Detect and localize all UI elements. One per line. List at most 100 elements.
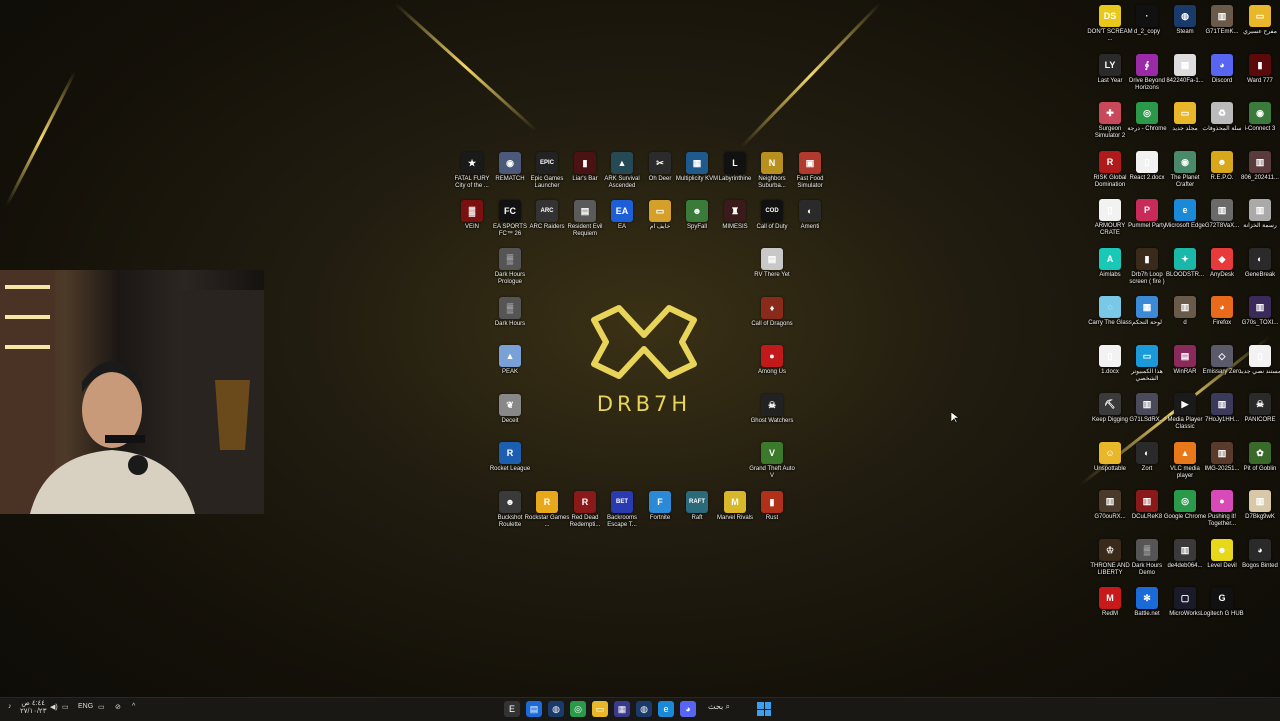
app-icon: ✦: [1174, 248, 1196, 270]
app-icon: L: [724, 152, 746, 174]
desktop-icon-label: Dark Hours: [494, 321, 526, 327]
desktop-icon[interactable]: ◐ GeneBreak: [1237, 248, 1280, 279]
app-icon: R: [1099, 151, 1121, 173]
desktop-icon[interactable]: ♦ Call of Dragons: [749, 297, 795, 328]
chevron-up-icon[interactable]: ^: [132, 703, 135, 710]
desktop-icon[interactable]: ▒ Dark Hours Prologue: [487, 248, 533, 286]
app-icon: ▤: [761, 248, 783, 270]
app-icon: EA: [611, 200, 633, 222]
desktop-icon[interactable]: R Rocket League: [487, 442, 533, 473]
chrome-icon[interactable]: ◎: [570, 701, 586, 717]
app-icon: ▥: [1211, 199, 1233, 221]
app-icon: ☻: [686, 200, 708, 222]
desktop-icon[interactable]: G Logitech G HUB: [1199, 587, 1245, 618]
app-icon: A: [1099, 248, 1121, 270]
clock-time: ٤:٤٤ ص: [21, 700, 46, 707]
app-icon: M: [1099, 587, 1121, 609]
app-icon: ☻: [499, 491, 521, 513]
app-icon: BET: [611, 491, 633, 513]
desktop-icon-label: Ward 777: [1247, 78, 1273, 84]
store-icon[interactable]: ▦: [614, 701, 630, 717]
app-icon: ▒: [499, 248, 521, 270]
notification-icon[interactable]: ♪: [8, 703, 12, 710]
app-icon: EPIC: [536, 152, 558, 174]
chat-tray-icon[interactable]: ▭: [62, 703, 69, 711]
steam2-icon[interactable]: ◍: [636, 701, 652, 717]
display-icon[interactable]: ▭: [98, 703, 105, 711]
app-icon: ▮: [574, 152, 596, 174]
app-icon: LY: [1099, 54, 1121, 76]
desktop-icon[interactable]: V Grand Theft Auto V: [749, 442, 795, 480]
desktop-icon[interactable]: ▮ Ward 777: [1237, 54, 1280, 85]
desktop-icon[interactable]: ☠ Ghost Watchers: [749, 394, 795, 425]
edge-icon[interactable]: e: [658, 701, 674, 717]
epic-icon[interactable]: E: [504, 701, 520, 717]
app-icon: ❦: [499, 394, 521, 416]
app-icon: ▥: [1211, 5, 1233, 27]
app-icon: ☠: [1249, 393, 1271, 415]
app-icon: R: [499, 442, 521, 464]
start-button[interactable]: [757, 702, 771, 716]
desktop-icon[interactable]: ◕ Bogos Binted: [1237, 539, 1280, 570]
steam-icon[interactable]: ◍: [548, 701, 564, 717]
desktop-icon-label: PEAK: [501, 369, 518, 375]
app-icon: ▲: [499, 345, 521, 367]
desktop-icon[interactable]: ▒ Dark Hours: [487, 297, 533, 328]
app-icon: ▭: [1136, 345, 1158, 367]
desktop-icon[interactable]: ◉ i-Connect 3: [1237, 102, 1280, 133]
app-icon: ◎: [1136, 102, 1158, 124]
app-icon: ▢: [1174, 587, 1196, 609]
app-icon: ▲: [611, 152, 633, 174]
app-icon: ☺: [1099, 442, 1121, 464]
app-icon: M: [724, 491, 746, 513]
app-icon: ∮: [1136, 54, 1158, 76]
app-icon: G: [1211, 587, 1233, 609]
app-icon: ♜: [724, 200, 746, 222]
clock[interactable]: ٤:٤٤ ص ٢٧/١٠/٢٣: [20, 700, 46, 716]
desktop-icon[interactable]: ▮ Rust: [749, 491, 795, 522]
desktop-icon-label: Dark Hours Prologue: [494, 272, 526, 285]
app-icon: ▥: [1136, 490, 1158, 512]
desktop-icon[interactable]: ▲ PEAK: [487, 345, 533, 376]
chat-icon[interactable]: ▤: [526, 701, 542, 717]
desktop-icon-label: i-Connect 3: [1244, 126, 1276, 132]
app-icon: ▥: [1249, 199, 1271, 221]
app-icon: ▭: [1174, 102, 1196, 124]
desktop-icon-label: Ghost Watchers: [750, 418, 794, 424]
desktop-icon[interactable]: ▯ مستند نصي جديد: [1237, 345, 1280, 376]
search-button[interactable]: بحث ⌕: [708, 702, 730, 712]
app-icon: F: [649, 491, 671, 513]
app-icon: ◕: [1211, 54, 1233, 76]
desktop-icon-label: 806_202411...: [1241, 175, 1279, 181]
desktop-icon[interactable]: ▥ D7Bkg9wK: [1237, 490, 1280, 521]
network-icon[interactable]: ⊘: [115, 703, 121, 711]
desktop-icon[interactable]: ❦ Deceit: [487, 394, 533, 425]
app-icon: ▤: [574, 200, 596, 222]
desktop-icon[interactable]: ▣ Fast Food Simulator: [787, 152, 833, 190]
desktop-icon-label: Amenti: [800, 224, 820, 230]
desktop-icon[interactable]: ▥ رسمة الخزانة: [1237, 199, 1280, 230]
desktop-icon[interactable]: ▭ مفرح عسيري: [1237, 5, 1280, 36]
volume-icon[interactable]: ◀): [50, 703, 58, 711]
app-icon: ▥: [1136, 393, 1158, 415]
webcam-person-icon: [0, 270, 264, 514]
desktop-icon-label: رسمة الخزانة: [1243, 223, 1277, 229]
app-icon: ●: [761, 345, 783, 367]
desktop-icon[interactable]: ▥ 806_202411...: [1237, 151, 1280, 182]
language-indicator[interactable]: ENG: [78, 703, 93, 710]
app-icon: ✂: [649, 152, 671, 174]
desktop-icon[interactable]: ▤ RV There Yet: [749, 248, 795, 279]
desktop-icon[interactable]: ● Among Us: [749, 345, 795, 376]
desktop-icon[interactable]: ◐ Amenti: [787, 200, 833, 231]
desktop-icon-label: Rocket League: [489, 466, 531, 472]
desktop-icon[interactable]: ☠ PANICORE: [1237, 393, 1280, 424]
app-icon: ◉: [1249, 102, 1271, 124]
folder-icon[interactable]: ▭: [592, 701, 608, 717]
app-icon: ▥: [1174, 296, 1196, 318]
desktop-icon[interactable]: ▥ G70s_TOXI...: [1237, 296, 1280, 327]
app-icon: ✿: [1249, 442, 1271, 464]
brand-logo: DRB7H: [574, 300, 714, 425]
app-icon: ◐: [1136, 442, 1158, 464]
discord-icon[interactable]: ◕: [680, 701, 696, 717]
desktop-icon[interactable]: ✿ Pit of Goblin: [1237, 442, 1280, 473]
